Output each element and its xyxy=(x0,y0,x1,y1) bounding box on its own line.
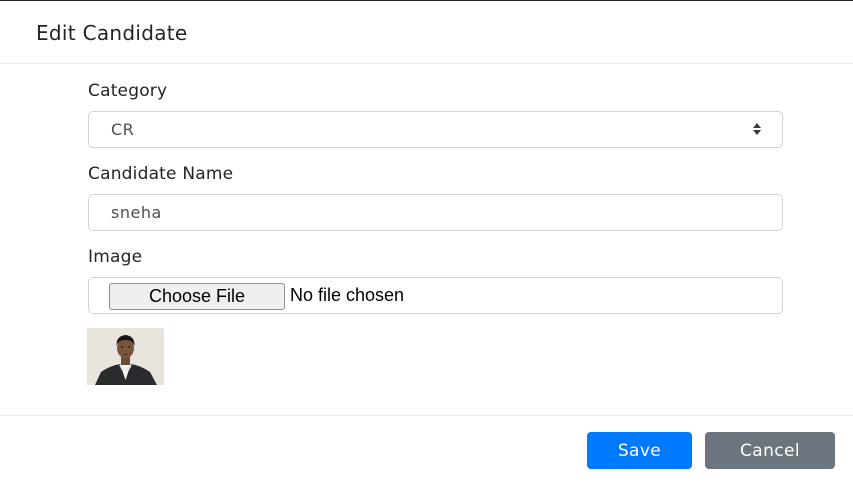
edit-candidate-modal: Edit Candidate Category CR Candidate Nam… xyxy=(0,0,853,482)
modal-footer-divider xyxy=(0,415,853,416)
category-select[interactable]: CR xyxy=(88,111,783,148)
category-label: Category xyxy=(88,81,168,101)
choose-file-button[interactable]: Choose File xyxy=(109,283,285,310)
image-file-input[interactable]: Choose File No file chosen xyxy=(88,277,783,314)
candidate-name-value: sneha xyxy=(111,203,162,222)
category-selected-value: CR xyxy=(111,120,135,139)
candidate-name-input[interactable]: sneha xyxy=(88,194,783,231)
image-label: Image xyxy=(88,247,143,267)
cancel-button[interactable]: Cancel xyxy=(705,432,835,469)
candidate-name-label: Candidate Name xyxy=(88,164,234,184)
save-button[interactable]: Save xyxy=(587,432,692,469)
candidate-photo-image xyxy=(87,328,164,385)
candidate-photo-thumbnail xyxy=(87,328,164,385)
file-status-text: No file chosen xyxy=(290,285,405,305)
modal-header: Edit Candidate xyxy=(0,1,853,64)
modal-title: Edit Candidate xyxy=(36,21,188,45)
select-caret-icon xyxy=(753,123,761,135)
